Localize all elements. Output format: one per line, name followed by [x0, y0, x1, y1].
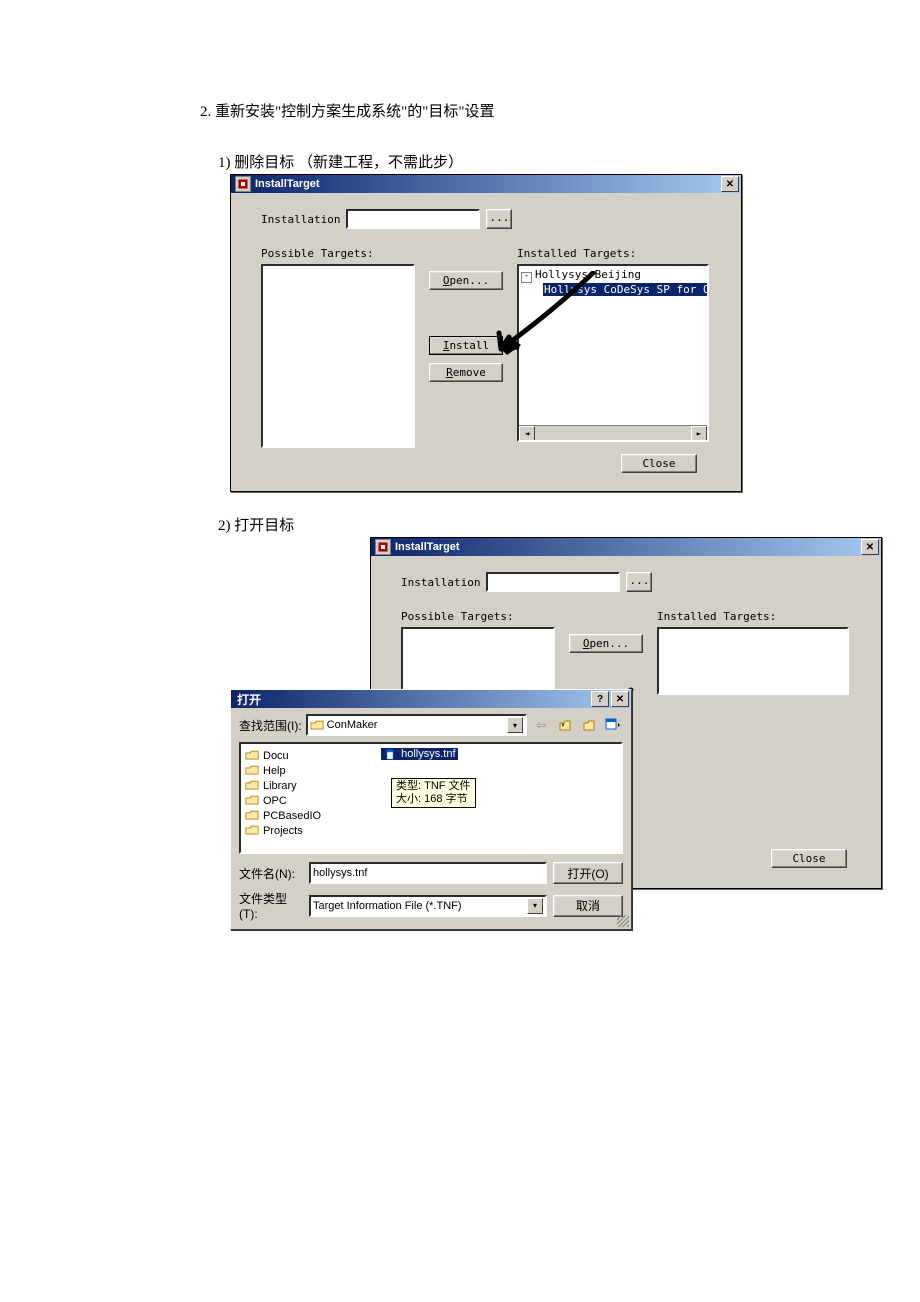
file-list[interactable]: Docu Help Library OPC PCBasedIO Projects… — [239, 742, 623, 854]
possible-targets-list[interactable] — [401, 627, 555, 691]
installed-targets-label: Installed Targets: — [517, 247, 709, 260]
list-item[interactable]: OPC — [245, 793, 321, 808]
folder-open-icon — [310, 720, 324, 731]
scroll-right-icon[interactable]: ► — [691, 426, 707, 441]
install-button[interactable]: Install — [429, 336, 503, 355]
substep-1: 1) 删除目标 （新建工程，不需此步） — [218, 151, 830, 172]
app-icon — [375, 539, 391, 555]
file-tooltip: 类型: TNF 文件 大小: 168 字节 — [391, 778, 476, 808]
step-heading: 2. 重新安装"控制方案生成系统"的"目标"设置 — [200, 100, 830, 121]
app-icon — [235, 176, 251, 192]
filename-label: 文件名(N): — [239, 865, 303, 882]
remove-button[interactable]: Remove — [429, 363, 503, 382]
filetype-dropdown[interactable]: Target Information File (*.TNF) ▾ — [309, 895, 547, 917]
scroll-left-icon[interactable]: ◄ — [519, 426, 535, 441]
open-file-button[interactable]: 打开(O) — [553, 862, 623, 884]
possible-targets-label: Possible Targets: — [401, 610, 555, 623]
chevron-down-icon[interactable]: ▾ — [527, 898, 543, 914]
open-button[interactable]: Open... — [429, 271, 503, 290]
tree-child[interactable]: Hollysys CoDeSys SP for Q — [521, 283, 705, 296]
list-item[interactable]: Projects — [245, 823, 321, 838]
resize-grip-icon[interactable] — [617, 915, 629, 927]
open-button[interactable]: Open... — [569, 634, 643, 653]
possible-targets-label: Possible Targets: — [261, 247, 415, 260]
possible-targets-list[interactable] — [261, 264, 415, 448]
installed-targets-tree[interactable] — [657, 627, 849, 695]
horizontal-scrollbar[interactable]: ◄ ► — [519, 425, 707, 440]
close-button[interactable]: Close — [621, 454, 697, 473]
installation-input[interactable] — [486, 572, 620, 592]
substep-2: 2) 打开目标 — [218, 514, 830, 535]
selected-file[interactable]: hollysys.tnf — [381, 748, 457, 760]
installation-label: Installation — [401, 576, 480, 589]
lookin-label: 查找范围(I): — [239, 717, 302, 734]
browse-button[interactable]: ... — [486, 209, 512, 229]
titlebar[interactable]: InstallTarget ✕ — [371, 538, 881, 556]
view-menu-icon[interactable] — [603, 715, 623, 735]
title-text: InstallTarget — [395, 541, 460, 553]
list-item[interactable]: Docu — [245, 748, 321, 763]
install-target-dialog-1: InstallTarget ✕ Installation ... Possibl… — [230, 174, 742, 492]
installed-targets-label: Installed Targets: — [657, 610, 849, 623]
filename-input[interactable]: hollysys.tnf — [309, 862, 547, 884]
close-icon[interactable]: ✕ — [611, 691, 629, 707]
list-item[interactable]: Library — [245, 778, 321, 793]
close-button[interactable]: Close — [771, 849, 847, 868]
list-item[interactable]: PCBasedIO — [245, 808, 321, 823]
installed-targets-tree[interactable]: -Hollysys Beijing Hollysys CoDeSys SP fo… — [517, 264, 709, 442]
lookin-dropdown[interactable]: ConMaker ▾ — [306, 714, 527, 736]
list-item[interactable]: Help — [245, 763, 321, 778]
titlebar[interactable]: InstallTarget ✕ — [231, 175, 741, 193]
help-icon[interactable]: ? — [591, 691, 609, 707]
close-icon[interactable]: ✕ — [721, 176, 739, 192]
new-folder-icon[interactable] — [579, 715, 599, 735]
installation-input[interactable] — [346, 209, 480, 229]
filetype-label: 文件类型(T): — [239, 890, 303, 921]
chevron-down-icon[interactable]: ▾ — [507, 717, 523, 733]
title-text: InstallTarget — [255, 178, 320, 190]
collapse-icon[interactable]: - — [521, 272, 532, 283]
installation-label: Installation — [261, 213, 340, 226]
browse-button[interactable]: ... — [626, 572, 652, 592]
file-open-dialog: 打开 ? ✕ 查找范围(I): ConMaker ▾ ⇦ — [230, 689, 632, 930]
cancel-button[interactable]: 取消 — [553, 895, 623, 917]
tree-root[interactable]: -Hollysys Beijing — [521, 268, 705, 283]
close-icon[interactable]: ✕ — [861, 539, 879, 555]
up-folder-icon[interactable] — [555, 715, 575, 735]
open-title-text: 打开 — [237, 691, 261, 708]
back-icon[interactable]: ⇦ — [531, 715, 551, 735]
open-titlebar[interactable]: 打开 ? ✕ — [231, 690, 631, 708]
